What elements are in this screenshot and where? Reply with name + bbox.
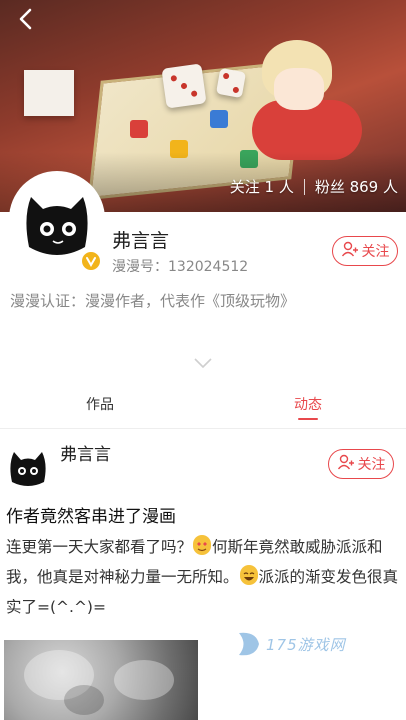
post-author-avatar[interactable] [6, 444, 50, 488]
tabs-divider [0, 428, 406, 429]
stats-divider [303, 178, 305, 195]
site-watermark: 175游戏网 [236, 624, 360, 664]
banner-block [24, 70, 74, 116]
back-arrow-icon[interactable] [14, 6, 40, 32]
tab-updates[interactable]: 动态 [294, 394, 322, 414]
banner-dice-small [215, 67, 247, 99]
verified-badge-icon [80, 250, 102, 272]
banner-character [252, 40, 362, 160]
post-follow-label: 关注 [357, 457, 386, 473]
post-title[interactable]: 作者竟然客串进了漫画 [6, 502, 176, 527]
post-body-text: 连更第一天大家都看了吗？ [6, 538, 193, 556]
watermark-logo-icon [239, 632, 259, 656]
watermark-text: 175游戏网 [266, 635, 346, 654]
post-image[interactable] [4, 640, 198, 720]
banner-dice [161, 63, 207, 109]
post-body[interactable]: 连更第一天大家都看了吗？ 何斯年竟然敢威胁派派和我，他真是对神秘力量一无所知。 派派… [6, 532, 402, 622]
following-count[interactable]: 关注 1 人 [230, 176, 294, 197]
follow-stats: 关注 1 人 粉丝 869 人 [230, 176, 398, 197]
chevron-down-icon[interactable] [193, 354, 213, 369]
add-user-icon [337, 453, 355, 475]
add-user-icon [341, 240, 359, 262]
follow-button[interactable]: 关注 [332, 236, 398, 266]
tab-works[interactable]: 作品 [86, 394, 114, 414]
laughing-emoji-icon [239, 565, 258, 585]
fans-count[interactable]: 粉丝 869 人 [315, 176, 398, 197]
love-face-emoji-icon [193, 535, 212, 555]
banner-tile [210, 110, 228, 128]
follow-button-label: 关注 [361, 244, 390, 260]
profile-name: 弗言言 [112, 230, 170, 252]
certification-text: 漫漫认证：漫漫作者，代表作《顶级玩物》 [10, 292, 296, 310]
banner-tile [130, 120, 148, 138]
profile-tabs: 作品 动态 [0, 390, 406, 428]
manman-id: 漫漫号：132024512 [112, 259, 249, 275]
post-author-name[interactable]: 弗言言 [60, 440, 111, 465]
post-follow-button[interactable]: 关注 [328, 449, 394, 479]
active-tab-indicator [298, 418, 318, 420]
